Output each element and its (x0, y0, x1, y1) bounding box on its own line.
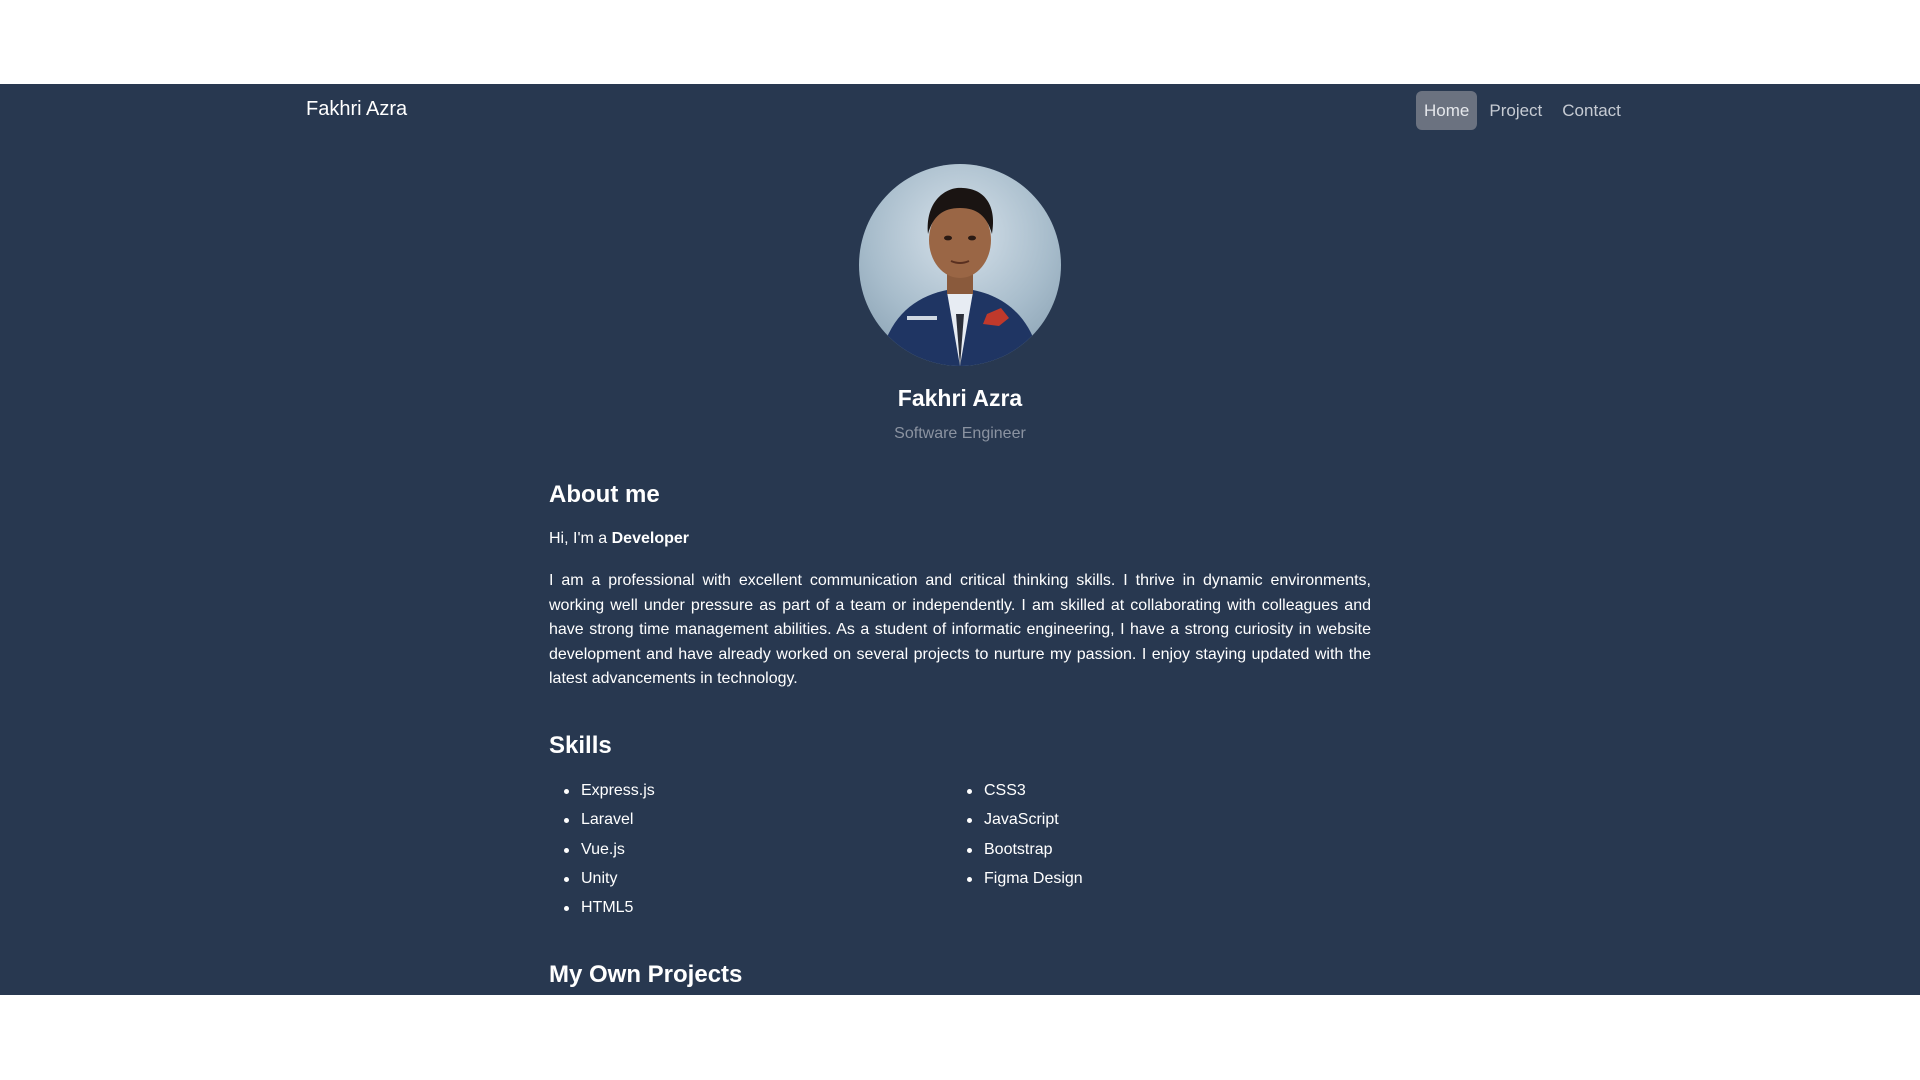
about-title: About me (549, 481, 660, 508)
skill-item: Figma Design (952, 864, 1355, 893)
skills-column-right: CSS3 JavaScript Bootstrap Figma Design (952, 776, 1355, 922)
projects-title: My Own Projects (549, 961, 743, 988)
skill-item: Unity (549, 864, 952, 893)
about-bio: I am a professional with excellent commu… (549, 572, 1371, 687)
skill-item: Bootstrap (952, 835, 1355, 864)
brand-link[interactable]: Fakhri Azra (306, 98, 407, 121)
skills-list: Express.js Laravel Vue.js Unity HTML5 CS… (549, 776, 1371, 922)
intro-role: Developer (611, 530, 689, 547)
nav-project-link[interactable]: Project (1481, 91, 1550, 130)
nav-home-link[interactable]: Home (1416, 91, 1478, 130)
profile-role: Software Engineer (894, 425, 1026, 442)
avatar (859, 164, 1061, 366)
skill-item: Vue.js (549, 835, 952, 864)
profile-name: Fakhri Azra (897, 385, 1023, 411)
skills-column-left: Express.js Laravel Vue.js Unity HTML5 (549, 776, 952, 922)
profile-section: Fakhri Azra Software Engineer (549, 164, 1371, 443)
skill-item: JavaScript (952, 805, 1355, 834)
navbar: Fakhri Azra Home Project Contact (0, 84, 1920, 138)
skill-item: Express.js (549, 776, 952, 805)
skill-item: HTML5 (549, 893, 952, 922)
avatar-portrait-icon (879, 187, 1041, 366)
about-intro: Hi, I'm a Developer (549, 530, 689, 548)
nav-links: Home Project Contact (1416, 91, 1629, 130)
skill-item: Laravel (549, 805, 952, 834)
nav-contact-link[interactable]: Contact (1554, 91, 1629, 130)
skill-item: CSS3 (952, 776, 1355, 805)
intro-prefix: Hi, I'm a (549, 530, 608, 547)
page-viewport: Fakhri Azra Home Project Contact Fakhri … (0, 84, 1920, 995)
skills-title: Skills (549, 732, 612, 759)
